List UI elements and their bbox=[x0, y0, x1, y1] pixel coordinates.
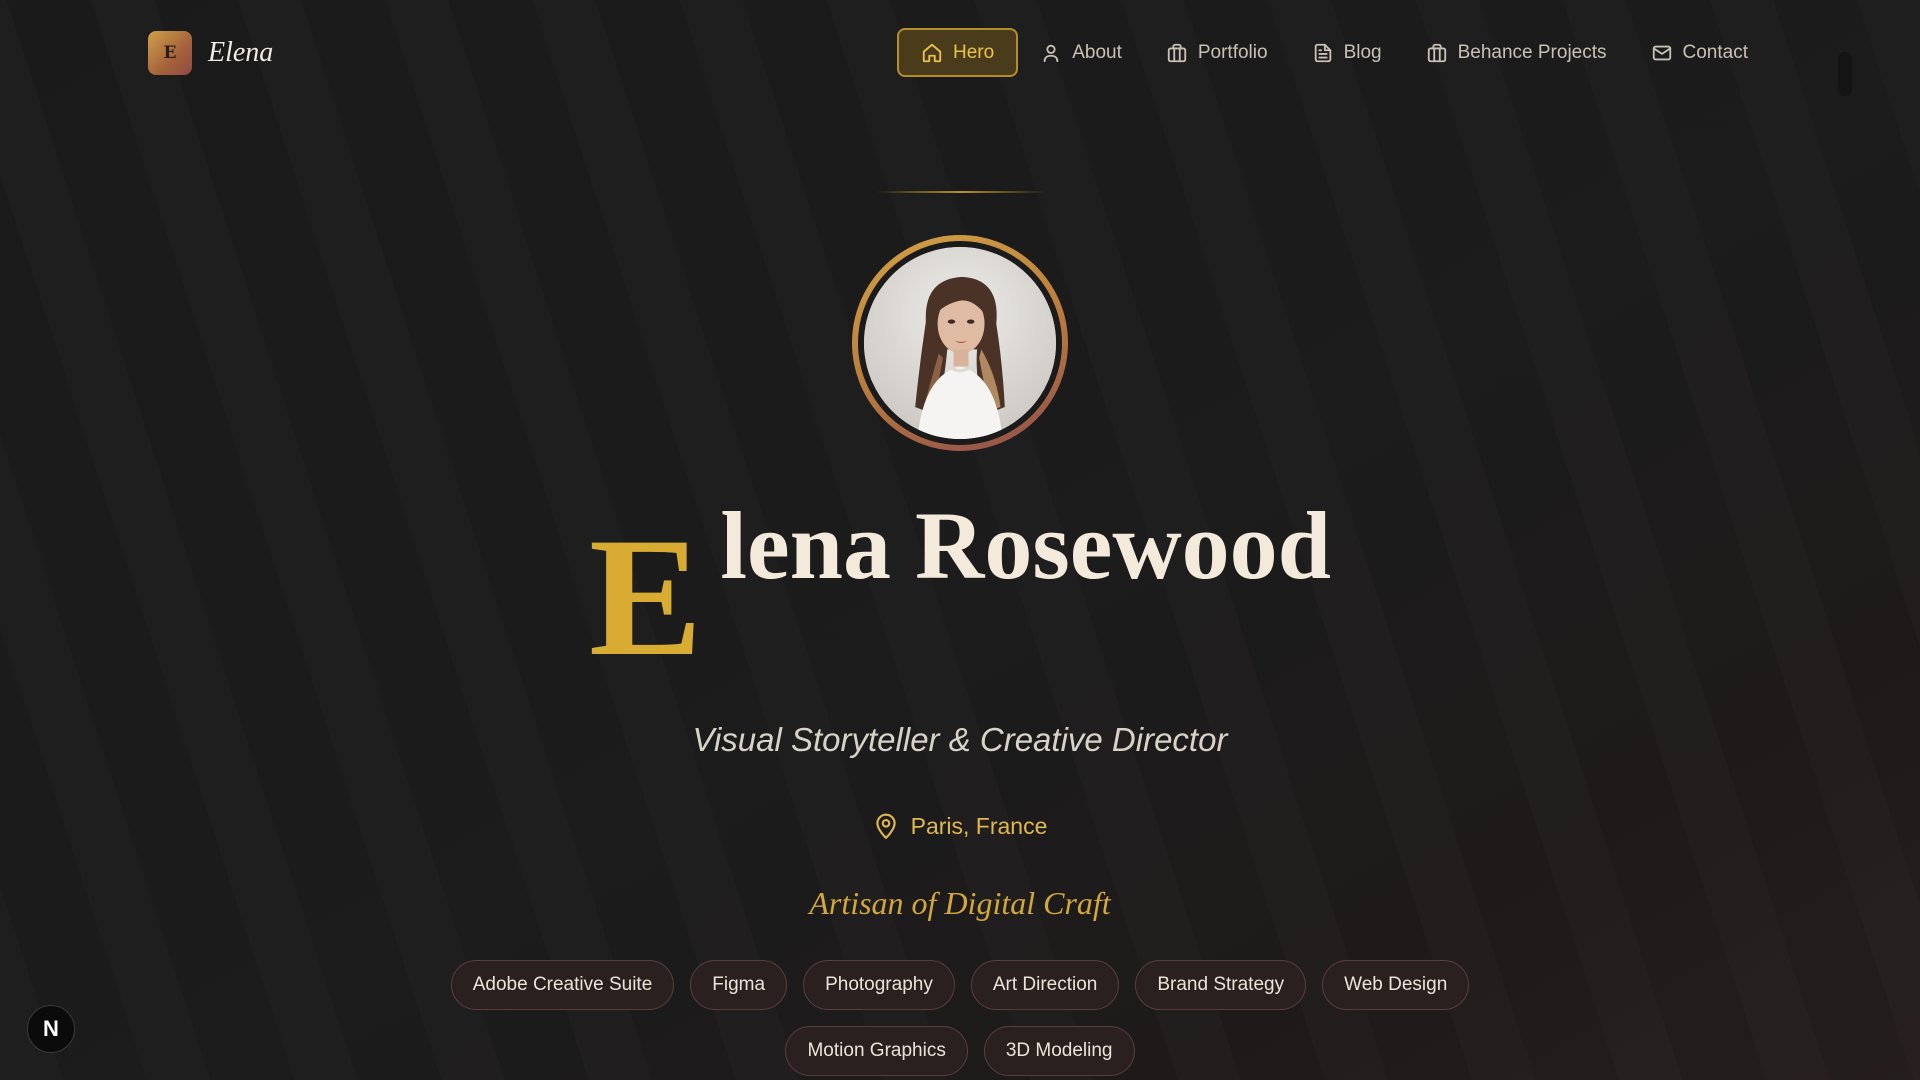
hero-name-rest: lena Rosewood bbox=[720, 492, 1332, 599]
skill-chip[interactable]: Brand Strategy bbox=[1135, 960, 1307, 1010]
skills-list: Adobe Creative Suite Figma Photography A… bbox=[420, 960, 1500, 1076]
nav-item-label: Contact bbox=[1682, 41, 1748, 63]
hero-tagline: Artisan of Digital Craft bbox=[809, 885, 1111, 921]
nav-item-hero[interactable]: Hero bbox=[897, 28, 1019, 77]
avatar bbox=[852, 235, 1068, 451]
nav-item-blog[interactable]: Blog bbox=[1290, 28, 1404, 77]
skill-chip[interactable]: Adobe Creative Suite bbox=[450, 960, 675, 1010]
scroll-indicator[interactable] bbox=[1838, 52, 1852, 96]
nav-item-label: Behance Projects bbox=[1457, 41, 1607, 63]
profile-photo bbox=[864, 247, 1056, 439]
skill-chip[interactable]: Motion Graphics bbox=[785, 1026, 968, 1076]
hero-name: Elena Rosewood bbox=[0, 492, 1920, 691]
nav-item-portfolio[interactable]: Portfolio bbox=[1144, 28, 1290, 77]
location-text: Paris, France bbox=[910, 812, 1048, 839]
decorative-divider bbox=[876, 191, 1046, 193]
dev-tools-badge[interactable]: N bbox=[27, 1005, 75, 1053]
skill-chip[interactable]: Art Direction bbox=[970, 960, 1120, 1010]
skill-chip[interactable]: Photography bbox=[803, 960, 955, 1010]
hero-subtitle: Visual Storyteller & Creative Director bbox=[692, 721, 1228, 758]
briefcase-icon bbox=[1167, 43, 1187, 62]
briefcase-icon bbox=[1427, 43, 1446, 62]
nav-item-label: Portfolio bbox=[1197, 41, 1268, 63]
skill-chip[interactable]: Web Design bbox=[1322, 960, 1470, 1010]
nav-item-label: About bbox=[1072, 41, 1122, 63]
main-nav: Hero About Portfolio Blog Behance Projec… bbox=[897, 28, 1770, 77]
user-icon bbox=[1043, 44, 1059, 62]
portrait-illustration bbox=[864, 247, 1056, 439]
location: Paris, France bbox=[0, 812, 1920, 840]
map-pin-icon bbox=[875, 813, 896, 839]
nav-item-contact[interactable]: Contact bbox=[1629, 28, 1770, 77]
nav-item-label: Hero bbox=[953, 41, 995, 63]
brand-badge: E bbox=[148, 31, 192, 75]
skill-chip[interactable]: 3D Modeling bbox=[983, 1026, 1135, 1076]
document-icon bbox=[1314, 43, 1331, 62]
brand-logo[interactable]: E Elena bbox=[148, 31, 273, 75]
nav-item-behance-projects[interactable]: Behance Projects bbox=[1404, 28, 1629, 77]
hero-name-initial: E bbox=[588, 503, 703, 691]
skill-chip[interactable]: Figma bbox=[690, 960, 788, 1010]
nav-item-about[interactable]: About bbox=[1018, 28, 1144, 77]
mail-icon bbox=[1652, 45, 1671, 60]
site-header: E Elena Hero About Portfolio Blog Behanc… bbox=[0, 0, 1920, 106]
brand-name: Elena bbox=[208, 37, 274, 68]
home-icon bbox=[922, 43, 942, 62]
nav-item-label: Blog bbox=[1343, 41, 1382, 63]
